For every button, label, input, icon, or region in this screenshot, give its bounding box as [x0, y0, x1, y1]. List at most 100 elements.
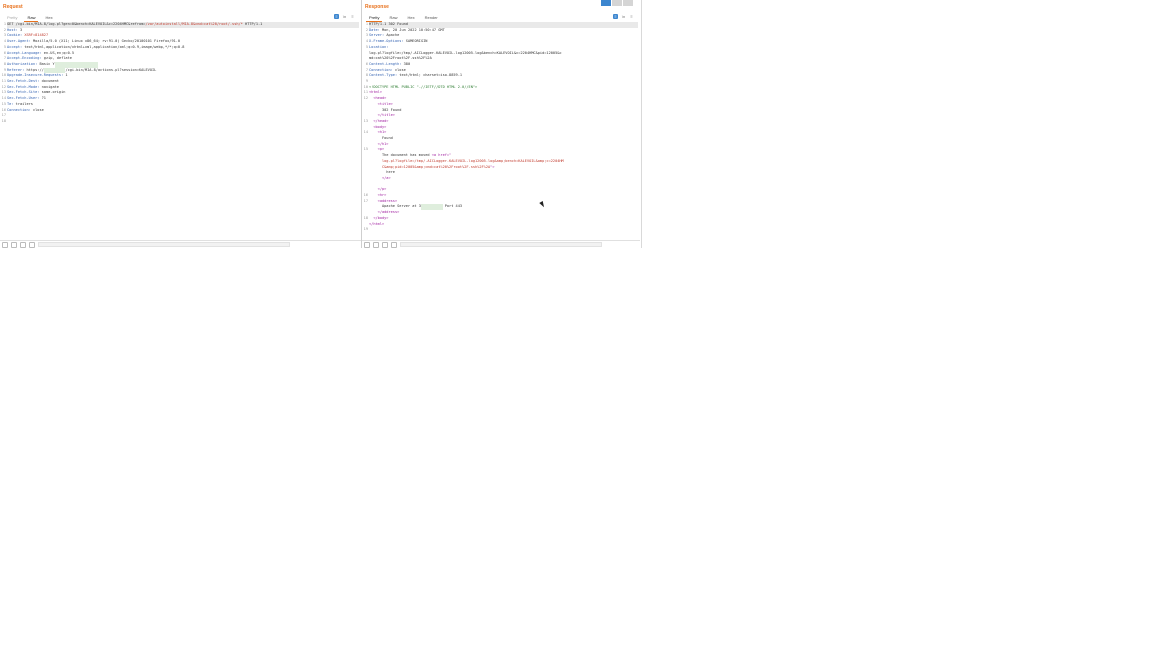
code-line: </html>: [369, 222, 638, 228]
actions-icon[interactable]: ≡: [334, 13, 339, 19]
code-token: Basic Y: [39, 61, 55, 66]
code-token: Sec-Fetch-User:: [7, 96, 42, 101]
tab-raw[interactable]: Raw: [22, 14, 40, 22]
code-token: </head>: [369, 118, 389, 123]
code-token: Location:: [369, 44, 391, 49]
line-number: 19: [363, 227, 368, 232]
code-token: <p>: [369, 147, 385, 152]
search-input[interactable]: [38, 242, 290, 247]
code-token: <h1>: [369, 130, 387, 135]
code-token: Found: [369, 136, 393, 140]
code-token: close: [394, 67, 406, 72]
code-token: <title>: [369, 101, 393, 106]
code-token: here: [369, 170, 395, 175]
response-pane: Response Pretty Raw Hex Render ≡ \n ≡ 1H…: [362, 0, 640, 248]
code-token: trailers: [15, 101, 33, 106]
layout-top-bottom-icon[interactable]: [612, 0, 622, 6]
request-search-bar: [0, 240, 361, 248]
tab-raw[interactable]: Raw: [384, 14, 402, 21]
tab-pretty[interactable]: Pretty: [364, 14, 384, 22]
request-tabs: Pretty Raw Hex: [2, 14, 58, 22]
forward-icon[interactable]: [391, 241, 397, 248]
code-token: text/html; charset=iso-8859-1: [399, 73, 463, 78]
search-input[interactable]: [400, 242, 602, 247]
help-icon[interactable]: [2, 241, 8, 248]
settings-icon[interactable]: [373, 241, 379, 248]
tab-hex[interactable]: Hex: [402, 14, 419, 21]
code-token: Connection:: [7, 107, 33, 112]
code-token: Content-Length:: [369, 61, 404, 66]
code-token: gzip, deflate: [43, 56, 72, 61]
line-number: 12: [363, 96, 368, 101]
code-token: The document has moved: [369, 153, 432, 158]
code-line: </a>: [369, 176, 638, 182]
code-token: Apache Server at 3: [369, 204, 421, 209]
line-number: 18: [1, 118, 6, 123]
code-token: /cgi-bin/MIA-8/actions.pl?session=KALEVO…: [65, 67, 157, 72]
code-token: GET /cgi-bin/MIA-8/log.pl?gen=0&bench=KA…: [7, 22, 146, 26]
tab-render[interactable]: Render: [420, 14, 443, 21]
code-token: <hr>: [369, 193, 387, 197]
code-token: md=cat%20%2Froot%2F.ssh%2F%2A: [369, 56, 432, 61]
code-token: Referer:: [7, 67, 27, 72]
code-token: ">: [490, 164, 495, 169]
layout-side-by-side-icon[interactable]: [601, 0, 611, 6]
code-token: Host:: [7, 27, 20, 32]
code-token: 302 Found: [369, 107, 402, 112]
tab-pretty[interactable]: Pretty: [2, 14, 22, 21]
code-token: </p>: [369, 187, 387, 192]
line-number: 15: [363, 147, 368, 152]
code-token: 380: [403, 61, 411, 66]
code-token: X-Frame-Options:: [369, 39, 406, 44]
actions-icon[interactable]: ≡: [613, 13, 618, 19]
newline-icon[interactable]: \n: [342, 14, 347, 19]
code-token: </a>: [369, 175, 391, 180]
code-token: Accept:: [7, 44, 25, 49]
code-token: 3: [19, 27, 23, 32]
code-token: close: [32, 107, 44, 112]
code-token: 1: [65, 73, 68, 78]
code-line: Connection: close: [7, 108, 359, 114]
code-token: <address>: [369, 198, 398, 203]
tab-hex[interactable]: Hex: [40, 14, 57, 21]
menu-icon[interactable]: ≡: [629, 14, 634, 19]
newline-icon[interactable]: \n: [621, 14, 626, 19]
code-token: Connection:: [369, 67, 395, 72]
code-token: navigate: [41, 84, 59, 89]
code-token: text/html,application/xhtml+xml,applicat…: [24, 44, 185, 49]
layout-tabs-icon[interactable]: [623, 0, 633, 6]
settings-icon[interactable]: [11, 241, 17, 248]
code-token: <head>: [369, 96, 387, 101]
help-icon[interactable]: [364, 241, 370, 248]
code-token: <!DOCTYPE HTML PUBLIC "-//IETF//DTD HTML…: [369, 84, 478, 89]
code-token: Date:: [369, 27, 382, 32]
code-token: HTTP/1.1: [242, 22, 263, 26]
response-search-bar: [362, 240, 640, 248]
burp-repeater-window: Request Pretty Raw Hex ≡ \n ≡ 1 GET /cgi-…: [0, 0, 642, 248]
line-number: 5: [365, 44, 368, 49]
response-toolbar: ≡ \n ≡: [613, 13, 634, 19]
code-token: User-Agent:: [7, 39, 33, 44]
code-token: <html>: [369, 90, 382, 95]
forward-icon[interactable]: [29, 241, 35, 248]
back-icon[interactable]: [382, 241, 388, 248]
request-toolbar: ≡ \n ≡: [334, 13, 355, 19]
menu-icon[interactable]: ≡: [350, 14, 355, 19]
back-icon[interactable]: [20, 241, 26, 248]
line-number: 18: [363, 215, 368, 220]
code-token: /var/autoinstall/MIA-8&cmd=cat%20/root/.…: [145, 22, 243, 26]
line-number: 17: [363, 198, 368, 203]
code-token: Content-Type:: [369, 73, 400, 78]
code-token: Apache: [386, 33, 400, 38]
code-token: Authorization:: [7, 61, 40, 66]
code-token: Sec-Fetch-Mode:: [7, 84, 42, 89]
code-token: </h1>: [369, 141, 389, 146]
code-token: Mozilla/5.0 (X11; Linux x86_64; rv:91.0)…: [32, 39, 181, 44]
request-title: Request: [3, 4, 23, 10]
code-token: Upgrade-Insecure-Requests:: [7, 73, 66, 78]
response-editor[interactable]: 1 HTTP/1.1 302 Found 2 Date: Mon, 20 Jun 20…: [362, 22, 640, 240]
code-token: </html>: [369, 221, 385, 226]
code-token: Sec-Fetch-Dest:: [7, 79, 42, 83]
request-editor[interactable]: 1 GET /cgi-bin/MIA-8/log.pl?gen=0&bench=K…: [0, 22, 361, 240]
layout-buttons: [601, 0, 633, 6]
